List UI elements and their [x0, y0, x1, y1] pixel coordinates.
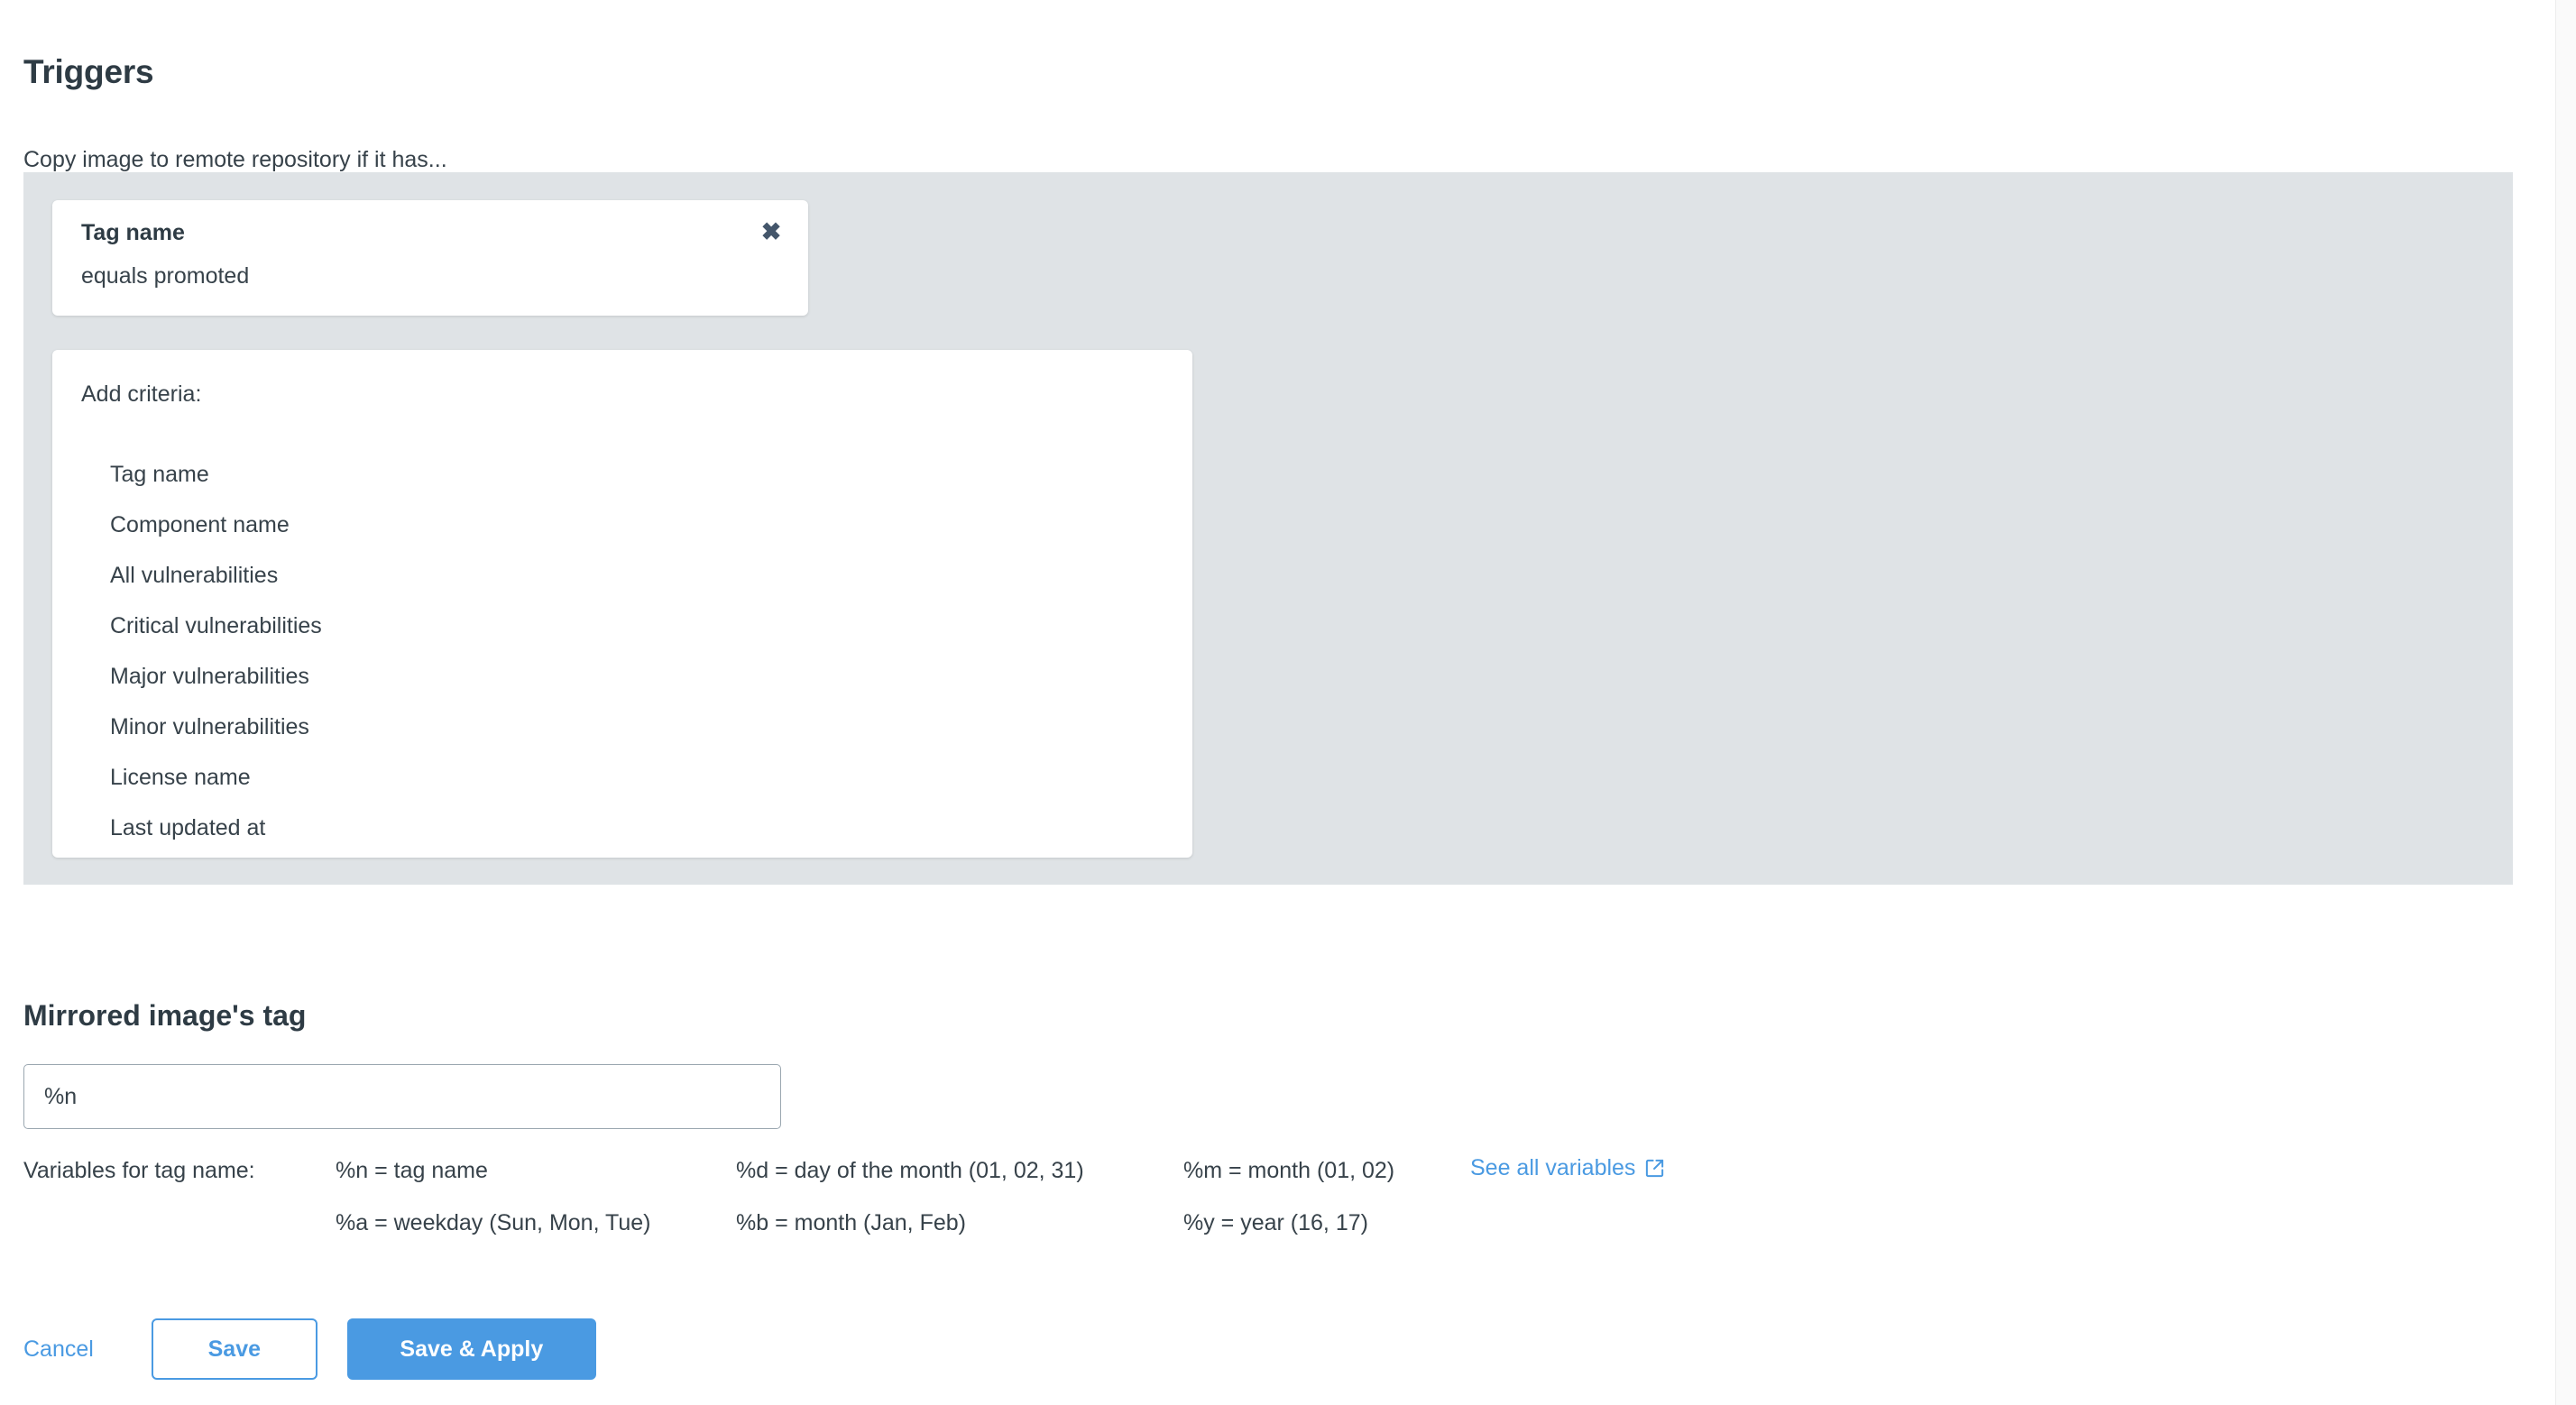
save-button[interactable]: Save [151, 1318, 317, 1380]
page-scrollbar[interactable] [2555, 0, 2576, 1405]
criteria-option-minor-vulnerabilities[interactable]: Minor vulnerabilities [52, 702, 1192, 752]
criterion-name: Tag name [81, 220, 185, 245]
variable-a: %a = weekday (Sun, Mon, Tue) [336, 1210, 651, 1235]
criteria-option-major-vulnerabilities[interactable]: Major vulnerabilities [52, 651, 1192, 702]
criteria-panel-container: Tag name equals promoted ✖ Add criteria:… [23, 172, 2513, 885]
external-link-icon [1644, 1158, 1665, 1179]
variable-m: %m = month (01, 02) [1183, 1158, 1395, 1183]
variables-row-2: %a = weekday (Sun, Mon, Tue) %b = month … [23, 1212, 1827, 1264]
add-criteria-dropdown: Add criteria: Tag name Component name Al… [52, 350, 1192, 858]
criteria-option-list: Tag name Component name All vulnerabilit… [52, 449, 1192, 853]
variable-y: %y = year (16, 17) [1183, 1210, 1368, 1235]
triggers-subtitle: Copy image to remote repository if it ha… [23, 147, 447, 172]
save-and-apply-button[interactable]: Save & Apply [346, 1318, 596, 1380]
close-icon[interactable]: ✖ [756, 216, 787, 247]
add-criteria-label: Add criteria: [81, 381, 202, 407]
see-all-variables-link[interactable]: See all variables [1470, 1157, 1665, 1180]
cancel-button[interactable]: Cancel [23, 1337, 94, 1361]
see-all-variables-label: See all variables [1470, 1155, 1636, 1180]
variables-row-1: Variables for tag name: %n = tag name %d… [23, 1157, 1827, 1212]
criteria-option-all-vulnerabilities[interactable]: All vulnerabilities [52, 550, 1192, 601]
variables-legend-label: Variables for tag name: [23, 1158, 255, 1183]
criteria-option-license-name[interactable]: License name [52, 752, 1192, 803]
criteria-option-last-updated-at[interactable]: Last updated at [52, 803, 1192, 853]
page-title: Triggers [23, 52, 154, 90]
criterion-condition: equals promoted [81, 263, 250, 289]
variables-legend: Variables for tag name: %n = tag name %d… [23, 1157, 1827, 1264]
criteria-option-critical-vulnerabilities[interactable]: Critical vulnerabilities [52, 601, 1192, 651]
form-actions: Cancel Save Save & Apply [23, 1318, 596, 1380]
variable-d: %d = day of the month (01, 02, 31) [736, 1158, 1084, 1183]
mirrored-tag-input[interactable] [23, 1064, 781, 1129]
criteria-option-tag-name[interactable]: Tag name [52, 449, 1192, 500]
selected-criterion-card[interactable]: Tag name equals promoted ✖ [52, 200, 808, 316]
triggers-page: Triggers Copy image to remote repository… [0, 0, 2555, 1405]
variable-b: %b = month (Jan, Feb) [736, 1210, 966, 1235]
variable-n: %n = tag name [336, 1158, 488, 1183]
criteria-option-component-name[interactable]: Component name [52, 500, 1192, 550]
mirrored-tag-title: Mirrored image's tag [23, 998, 307, 1032]
